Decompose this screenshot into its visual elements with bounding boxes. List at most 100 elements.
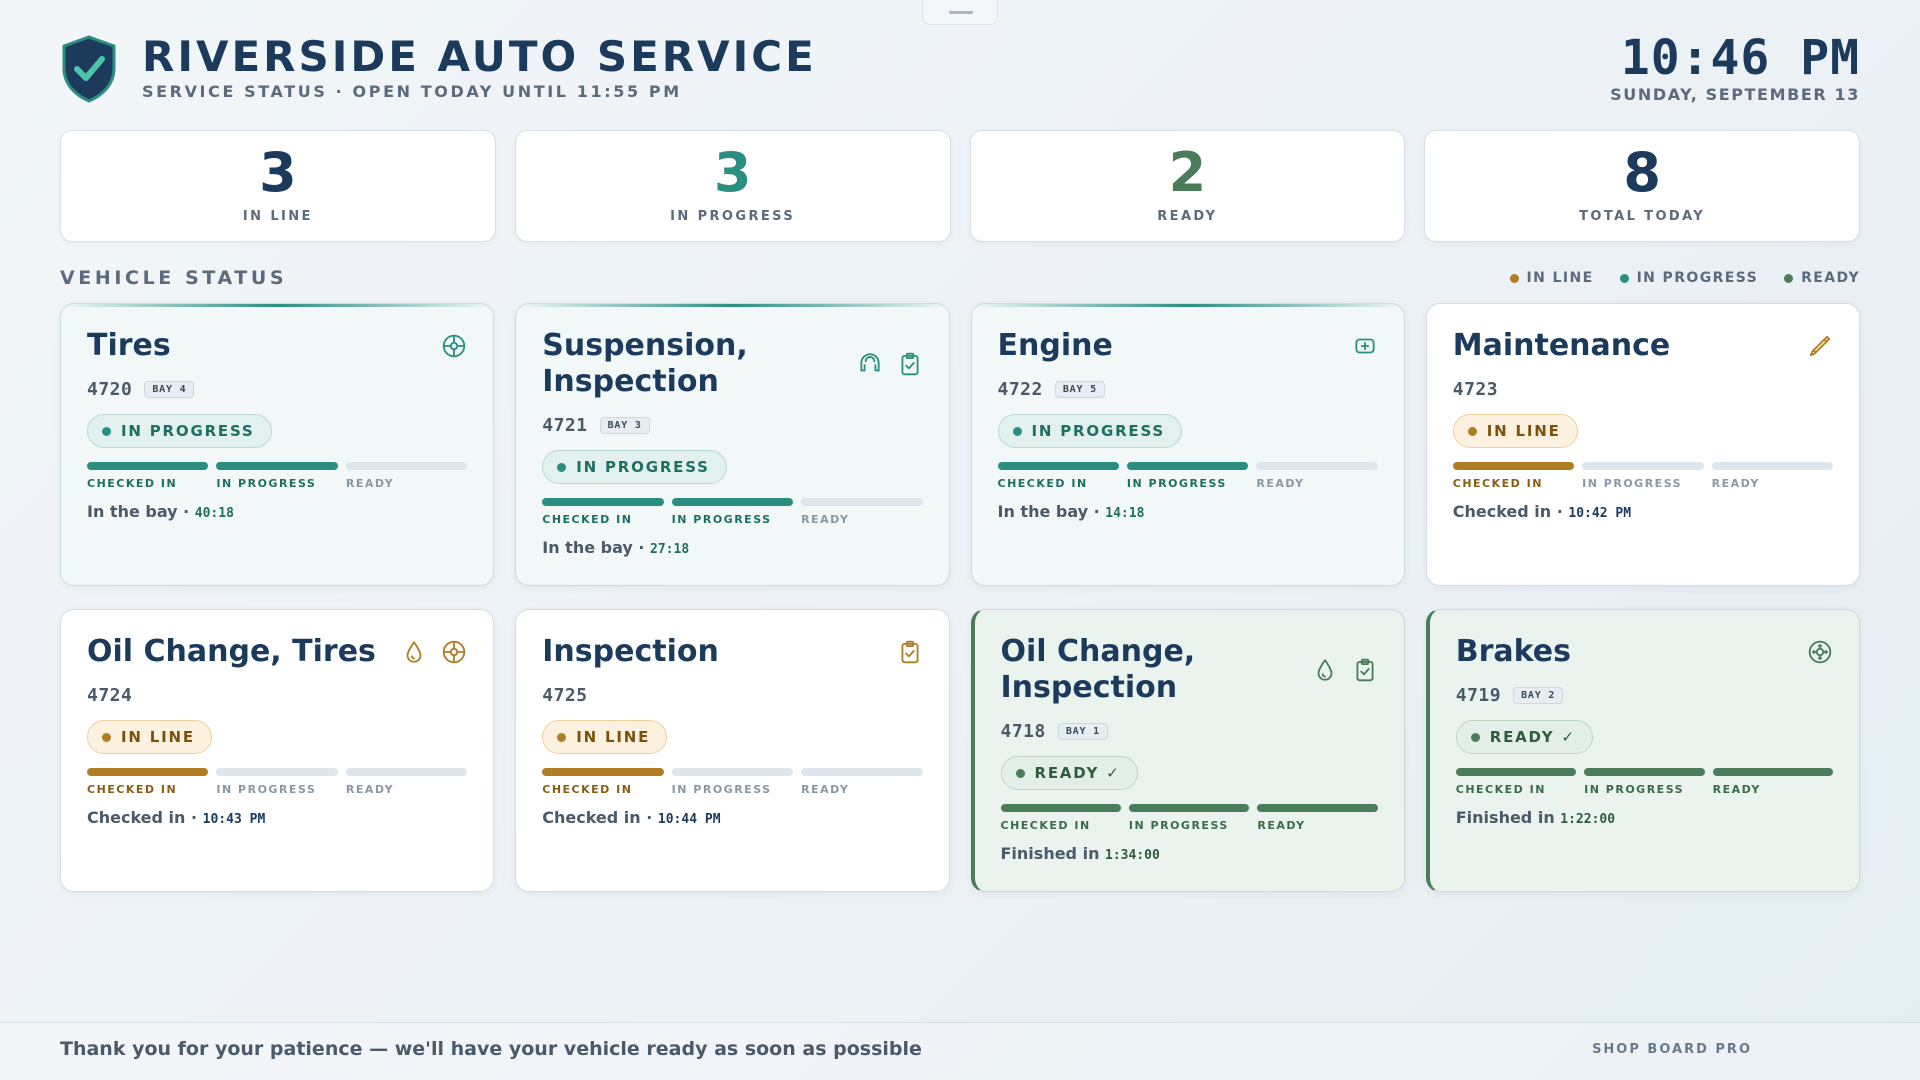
step-bar xyxy=(1257,804,1378,812)
status-line: In the bay · 14:18 xyxy=(998,502,1378,521)
section-title: VEHICLE STATUS xyxy=(60,267,288,289)
ticket-number: 4721 xyxy=(542,414,588,436)
vehicle-card-4719: Brakes 4719 BAY 2 READY ✓ CHECKED IN IN PROGR… xyxy=(1425,609,1860,892)
status-line: Checked in · 10:42 PM xyxy=(1453,502,1833,521)
suspension-icon xyxy=(859,353,880,372)
step-2: IN PROGRESS xyxy=(1584,768,1705,796)
service-icons xyxy=(401,639,467,665)
vehicle-card-4724: Oil Change, Tires 4724 IN LINE CHECKED IN IN… xyxy=(60,609,495,892)
stat-label: IN LINE xyxy=(242,209,313,224)
step-label: IN PROGRESS xyxy=(1582,477,1683,490)
card-header: Inspection xyxy=(542,634,922,670)
oil-drop-icon xyxy=(1317,659,1333,681)
status-label: IN PROGRESS xyxy=(1031,422,1165,440)
clock-time: 10:46 PM xyxy=(1620,30,1860,86)
step-label: READY xyxy=(1712,783,1761,796)
ticket-row: 4725 xyxy=(542,684,922,706)
service-title: Tires xyxy=(87,328,171,363)
legend-label: IN PROGRESS xyxy=(1636,270,1759,286)
step-3: READY xyxy=(1711,462,1834,490)
status-dot xyxy=(1467,426,1477,436)
status-line-value: 10:44 PM xyxy=(657,812,721,827)
status-label: IN PROGRESS xyxy=(121,422,255,440)
clipboard-check-icon xyxy=(1356,658,1374,682)
status-dot xyxy=(1470,732,1480,742)
card-header: Maintenance xyxy=(1453,328,1833,364)
legend-dot xyxy=(1619,273,1629,283)
legend-dot xyxy=(1784,273,1794,283)
step-1: CHECKED IN xyxy=(1000,804,1121,832)
status-pill: IN LINE xyxy=(542,720,668,754)
card-header: Tires xyxy=(87,328,467,364)
progress-steps: CHECKED IN IN PROGRESS READY xyxy=(997,462,1378,490)
bay-badge: BAY 5 xyxy=(1054,380,1105,398)
legend-item-ready: READY xyxy=(1784,270,1860,286)
legend-item-in-progress: IN PROGRESS xyxy=(1619,270,1759,286)
step-label: IN PROGRESS xyxy=(671,513,772,526)
step-3: READY xyxy=(345,462,468,490)
service-icons xyxy=(441,333,467,359)
service-title: Oil Change, Tires xyxy=(87,634,376,669)
status-line-label: In the bay xyxy=(542,538,633,557)
step-1: CHECKED IN xyxy=(1452,462,1575,490)
header: RIVERSIDE AUTO SERVICE SERVICE STATUS · … xyxy=(60,30,1860,112)
ticket-number: 4725 xyxy=(542,684,588,706)
step-3: READY xyxy=(801,498,923,526)
tire-icon xyxy=(443,334,466,358)
status-line-value: 1:34:00 xyxy=(1105,848,1160,863)
drawer-pull-tab[interactable] xyxy=(922,0,998,25)
legend-dot xyxy=(1509,273,1519,283)
status-line-value: 27:18 xyxy=(650,542,690,557)
step-3: READY xyxy=(1257,804,1378,832)
ticket-row: 4720 BAY 4 xyxy=(87,378,467,400)
progress-steps: CHECKED IN IN PROGRESS READY xyxy=(542,498,923,526)
legend-label: IN LINE xyxy=(1526,270,1594,286)
step-bar xyxy=(216,462,338,470)
step-1: CHECKED IN xyxy=(87,768,209,796)
status-dot xyxy=(102,732,111,742)
service-title: Inspection xyxy=(542,634,719,669)
stat-total-today: 8 TOTAL TODAY xyxy=(1424,130,1860,242)
step-label: IN PROGRESS xyxy=(216,783,317,796)
shop-title: RIVERSIDE AUTO SERVICE xyxy=(142,32,817,81)
stat-value: 2 xyxy=(1168,141,1207,204)
shop-subtitle: SERVICE STATUS · OPEN TODAY UNTIL 11:55 … xyxy=(142,82,682,101)
legend-label: READY xyxy=(1801,270,1860,286)
step-bar xyxy=(87,768,209,776)
wrench-icon xyxy=(1809,335,1831,357)
step-2: IN PROGRESS xyxy=(1126,462,1249,490)
ticket-row: 4719 BAY 2 xyxy=(1456,684,1833,706)
step-2: IN PROGRESS xyxy=(671,768,794,796)
status-line-value: 14:18 xyxy=(1105,506,1145,521)
status-label: IN LINE xyxy=(576,728,651,746)
ticket-number: 4719 xyxy=(1455,684,1502,706)
status-label: IN PROGRESS xyxy=(576,458,710,476)
clipboard-check-icon xyxy=(900,640,919,664)
status-line-value: 40:18 xyxy=(194,506,234,521)
progress-steps: CHECKED IN IN PROGRESS READY xyxy=(1455,768,1834,796)
step-label: CHECKED IN xyxy=(87,783,178,796)
step-bar xyxy=(345,462,468,470)
step-bar xyxy=(1711,462,1834,470)
footer-message: Thank you for your patience — we'll have… xyxy=(60,1038,922,1060)
service-title: Engine xyxy=(997,328,1113,363)
status-label: READY ✓ xyxy=(1489,728,1576,746)
step-bar xyxy=(801,768,923,776)
status-pill: READY ✓ xyxy=(1000,756,1138,790)
step-1: CHECKED IN xyxy=(542,768,664,796)
card-header: Suspension, Inspection xyxy=(542,328,922,400)
step-label: CHECKED IN xyxy=(1452,477,1543,490)
step-label: CHECKED IN xyxy=(542,513,633,526)
step-label: CHECKED IN xyxy=(87,477,178,490)
ticket-number: 4718 xyxy=(1000,720,1046,742)
status-line-sep: · xyxy=(632,538,651,557)
status-line: Finished in 1:34:00 xyxy=(1001,844,1378,863)
step-bar xyxy=(216,768,338,776)
card-header: Brakes xyxy=(1456,634,1833,670)
status-line-label: Checked in xyxy=(1452,502,1552,521)
status-dot xyxy=(557,732,567,742)
status-line-value: 10:43 PM xyxy=(202,812,266,827)
step-label: READY xyxy=(345,477,395,490)
step-label: IN PROGRESS xyxy=(216,477,317,490)
step-label: IN PROGRESS xyxy=(671,783,772,796)
